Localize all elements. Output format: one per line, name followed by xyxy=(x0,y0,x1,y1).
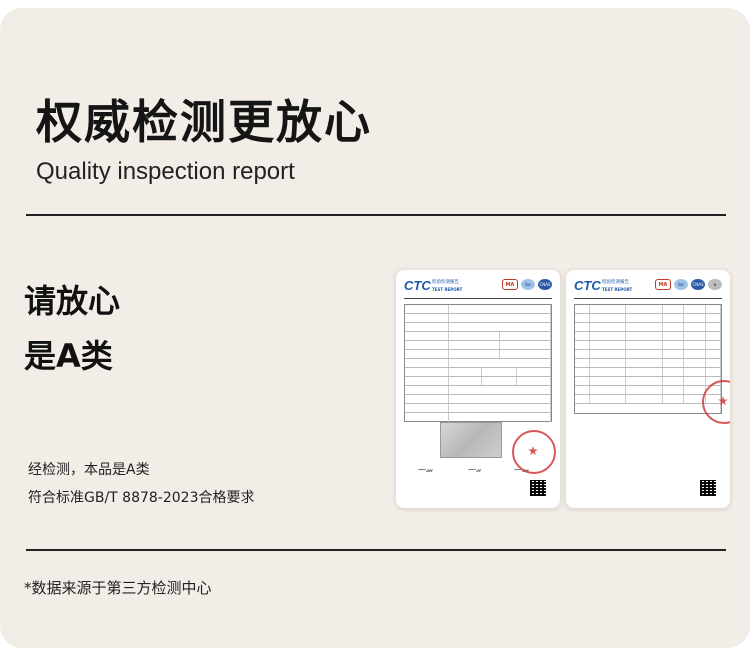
certification-marks: MA ilac CNAS ★ xyxy=(655,279,722,290)
report-header: CTC 检验检测报告 TEST REPORT MA ilac CNAS ★ xyxy=(574,278,722,298)
ctc-logo: CTC xyxy=(404,278,431,293)
certification-marks: MA ilac CNAS xyxy=(502,279,552,290)
signature-2: ⁓𝓃 xyxy=(468,465,481,474)
description-line-1: 经检测，本品是A类 xyxy=(28,462,150,478)
page-title: 权威检测更放心 xyxy=(36,95,372,149)
report-title-en: TEST REPORT xyxy=(602,287,633,292)
data-source-note: *数据来源于第三方检测中心 xyxy=(24,579,212,597)
promo-card: 权威检测更放心 Quality inspection report 请放心 是A… xyxy=(0,8,750,648)
ilac-mark-icon: ilac xyxy=(674,279,688,290)
qr-code-icon xyxy=(700,480,716,496)
report-title-cn: 检验检测报告 xyxy=(432,280,459,285)
report-header-rule xyxy=(574,298,722,299)
ilac-mark-icon: ilac xyxy=(521,279,535,290)
ma-mark-icon: MA xyxy=(655,279,671,290)
report-table xyxy=(404,304,552,422)
report-header-rule xyxy=(404,298,552,299)
cnas-mark-icon: CNAS xyxy=(538,279,552,290)
ma-mark-icon: MA xyxy=(502,279,518,290)
inspection-report-page-1: CTC 检验检测报告 TEST REPORT MA ilac CNAS ⁓𝓂 ⁓… xyxy=(396,270,560,508)
inspection-report-page-2: CTC 检验检测报告 TEST REPORT MA ilac CNAS ★ xyxy=(566,270,730,508)
cnas-mark-icon: CNAS xyxy=(691,279,705,290)
qr-code-icon xyxy=(530,480,546,496)
report-title-cn: 检验检测报告 xyxy=(602,280,629,285)
report-header: CTC 检验检测报告 TEST REPORT MA ilac CNAS xyxy=(404,278,552,298)
ctc-logo: CTC xyxy=(574,278,601,293)
signature-1: ⁓𝓂 xyxy=(418,465,433,474)
description-line-2: 符合标准GB/T 8878-2023合格要求 xyxy=(28,490,255,506)
sample-photo xyxy=(440,422,502,458)
bottom-divider xyxy=(26,549,726,551)
top-divider xyxy=(26,214,726,216)
results-table xyxy=(574,304,722,414)
page-subtitle: Quality inspection report xyxy=(36,158,295,185)
headline-line-1: 请放心 xyxy=(24,282,121,320)
headline-line-2: 是A类 xyxy=(24,337,113,375)
report-title-en: TEST REPORT xyxy=(432,287,463,292)
official-stamp-icon xyxy=(512,430,556,474)
star-mark-icon: ★ xyxy=(708,279,722,290)
